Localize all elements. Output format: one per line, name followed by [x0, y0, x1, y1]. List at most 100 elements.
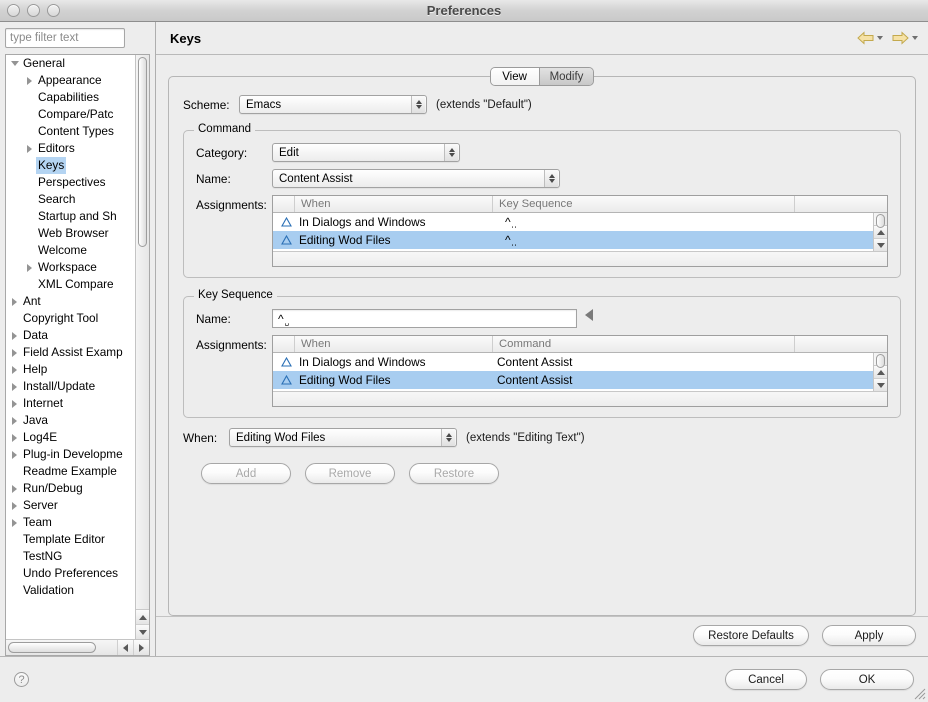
apply-button[interactable]: Apply	[822, 625, 916, 646]
back-nav-group[interactable]	[857, 31, 883, 45]
filter-input[interactable]	[5, 28, 125, 48]
sidebar-item-web-browser[interactable]: Web Browser	[6, 225, 135, 242]
restore-button[interactable]: Restore	[409, 463, 499, 484]
tree-hscroll-thumb[interactable]	[8, 642, 96, 653]
tree-scroll-left-button[interactable]	[117, 640, 133, 655]
twisty-collapsed-icon[interactable]	[8, 450, 21, 459]
twisty-collapsed-icon[interactable]	[8, 399, 21, 408]
resize-grip-icon[interactable]	[913, 687, 926, 700]
sidebar-item-content-types[interactable]: Content Types	[6, 123, 135, 140]
sidebar-item-ant[interactable]: Ant	[6, 293, 135, 310]
sidebar-item-validation[interactable]: Validation	[6, 582, 135, 599]
twisty-collapsed-icon[interactable]	[8, 416, 21, 425]
twisty-collapsed-icon[interactable]	[8, 501, 21, 510]
sidebar-item-keys[interactable]: Keys	[6, 157, 135, 174]
twisty-collapsed-icon[interactable]	[23, 76, 36, 85]
command-vscroll-track[interactable]	[874, 213, 887, 228]
tree-hscroll-track[interactable]	[6, 640, 117, 655]
sidebar-item-general[interactable]: General	[6, 55, 135, 72]
key-sequence-back-icon[interactable]	[585, 309, 593, 321]
sidebar-item-compare-patc[interactable]: Compare/Patc	[6, 106, 135, 123]
sidebar-item-template-editor[interactable]: Template Editor	[6, 531, 135, 548]
tree-horizontal-scrollbar[interactable]	[6, 639, 149, 655]
twisty-collapsed-icon[interactable]	[23, 144, 36, 153]
forward-arrow-icon[interactable]	[892, 31, 909, 45]
sidebar-item-java[interactable]: Java	[6, 412, 135, 429]
command-name-stepper-icon[interactable]	[544, 170, 558, 187]
twisty-collapsed-icon[interactable]	[8, 484, 21, 493]
key-sequence-assignments-table[interactable]: When Command In Dialogs and Windows Conte…	[272, 335, 888, 407]
when-select[interactable]: Editing Wod Files	[229, 428, 457, 447]
command-col-when[interactable]: When	[295, 196, 493, 212]
sidebar-item-appearance[interactable]: Appearance	[6, 72, 135, 89]
command-scroll-down-button[interactable]	[874, 239, 887, 251]
tree-scroll-up-button[interactable]	[136, 610, 149, 625]
sidebar-item-perspectives[interactable]: Perspectives	[6, 174, 135, 191]
sidebar-item-plug-in-developme[interactable]: Plug-in Developme	[6, 446, 135, 463]
sidebar-item-internet[interactable]: Internet	[6, 395, 135, 412]
tab-modify[interactable]: Modify	[538, 68, 594, 85]
sidebar-item-data[interactable]: Data	[6, 327, 135, 344]
help-icon[interactable]: ?	[14, 672, 29, 687]
tree-vscroll-thumb[interactable]	[138, 57, 147, 247]
sidebar-item-copyright-tool[interactable]: Copyright Tool	[6, 310, 135, 327]
scheme-stepper-icon[interactable]	[411, 96, 425, 113]
category-select[interactable]: Edit	[272, 143, 460, 162]
sidebar-item-log4e[interactable]: Log4E	[6, 429, 135, 446]
keyseq-vscroll-track[interactable]	[874, 353, 887, 368]
keyseq-vscroll-thumb[interactable]	[876, 354, 885, 368]
table-row[interactable]: In Dialogs and Windows ^ ␣	[273, 213, 873, 231]
twisty-collapsed-icon[interactable]	[8, 433, 21, 442]
sidebar-item-editors[interactable]: Editors	[6, 140, 135, 157]
table-row[interactable]: In Dialogs and Windows Content Assist	[273, 353, 873, 371]
sidebar-item-readme-example[interactable]: Readme Example	[6, 463, 135, 480]
key-sequence-table-scrollbar[interactable]	[873, 353, 887, 391]
sidebar-item-help[interactable]: Help	[6, 361, 135, 378]
sidebar-item-capabilities[interactable]: Capabilities	[6, 89, 135, 106]
tree-vscroll-track[interactable]	[136, 55, 149, 609]
back-arrow-icon[interactable]	[857, 31, 874, 45]
sidebar-item-testng[interactable]: TestNG	[6, 548, 135, 565]
restore-defaults-button[interactable]: Restore Defaults	[693, 625, 809, 646]
sidebar-item-field-assist-examp[interactable]: Field Assist Examp	[6, 344, 135, 361]
command-name-select[interactable]: Content Assist	[272, 169, 560, 188]
keyseq-scroll-down-button[interactable]	[874, 379, 887, 391]
back-dropdown-icon[interactable]	[877, 36, 883, 40]
sidebar-item-run-debug[interactable]: Run/Debug	[6, 480, 135, 497]
twisty-collapsed-icon[interactable]	[8, 331, 21, 340]
key-sequence-input[interactable]: ^ ␣	[272, 309, 577, 328]
command-table-scrollbar[interactable]	[873, 213, 887, 251]
scheme-select[interactable]: Emacs	[239, 95, 427, 114]
sidebar-item-welcome[interactable]: Welcome	[6, 242, 135, 259]
twisty-collapsed-icon[interactable]	[8, 518, 21, 527]
table-row[interactable]: Editing Wod Files ^ ␣	[273, 231, 873, 249]
forward-dropdown-icon[interactable]	[912, 36, 918, 40]
remove-button[interactable]: Remove	[305, 463, 395, 484]
keyseq-col-command[interactable]: Command	[493, 336, 795, 352]
tab-view[interactable]: View	[490, 68, 539, 85]
tree-scroll-right-button[interactable]	[133, 640, 149, 655]
twisty-collapsed-icon[interactable]	[8, 297, 21, 306]
sidebar-item-xml-compare[interactable]: XML Compare	[6, 276, 135, 293]
forward-nav-group[interactable]	[892, 31, 918, 45]
tree-scroll-down-button[interactable]	[136, 625, 149, 639]
sidebar-item-workspace[interactable]: Workspace	[6, 259, 135, 276]
twisty-expanded-icon[interactable]	[8, 61, 21, 66]
twisty-collapsed-icon[interactable]	[8, 348, 21, 357]
tree-vertical-scrollbar[interactable]	[135, 55, 149, 639]
sidebar-item-startup-and-sh[interactable]: Startup and Sh	[6, 208, 135, 225]
when-stepper-icon[interactable]	[441, 429, 455, 446]
command-col-keyseq[interactable]: Key Sequence	[493, 196, 795, 212]
category-stepper-icon[interactable]	[444, 144, 458, 161]
sidebar-item-search[interactable]: Search	[6, 191, 135, 208]
command-vscroll-thumb[interactable]	[876, 214, 885, 228]
sidebar-item-install-update[interactable]: Install/Update	[6, 378, 135, 395]
table-row[interactable]: Editing Wod Files Content Assist	[273, 371, 873, 389]
keyseq-col-when[interactable]: When	[295, 336, 493, 352]
ok-button[interactable]: OK	[820, 669, 914, 690]
command-assignments-table[interactable]: When Key Sequence In Dialogs and Windows…	[272, 195, 888, 267]
sidebar-item-team[interactable]: Team	[6, 514, 135, 531]
twisty-collapsed-icon[interactable]	[23, 263, 36, 272]
cancel-button[interactable]: Cancel	[725, 669, 807, 690]
twisty-collapsed-icon[interactable]	[8, 382, 21, 391]
